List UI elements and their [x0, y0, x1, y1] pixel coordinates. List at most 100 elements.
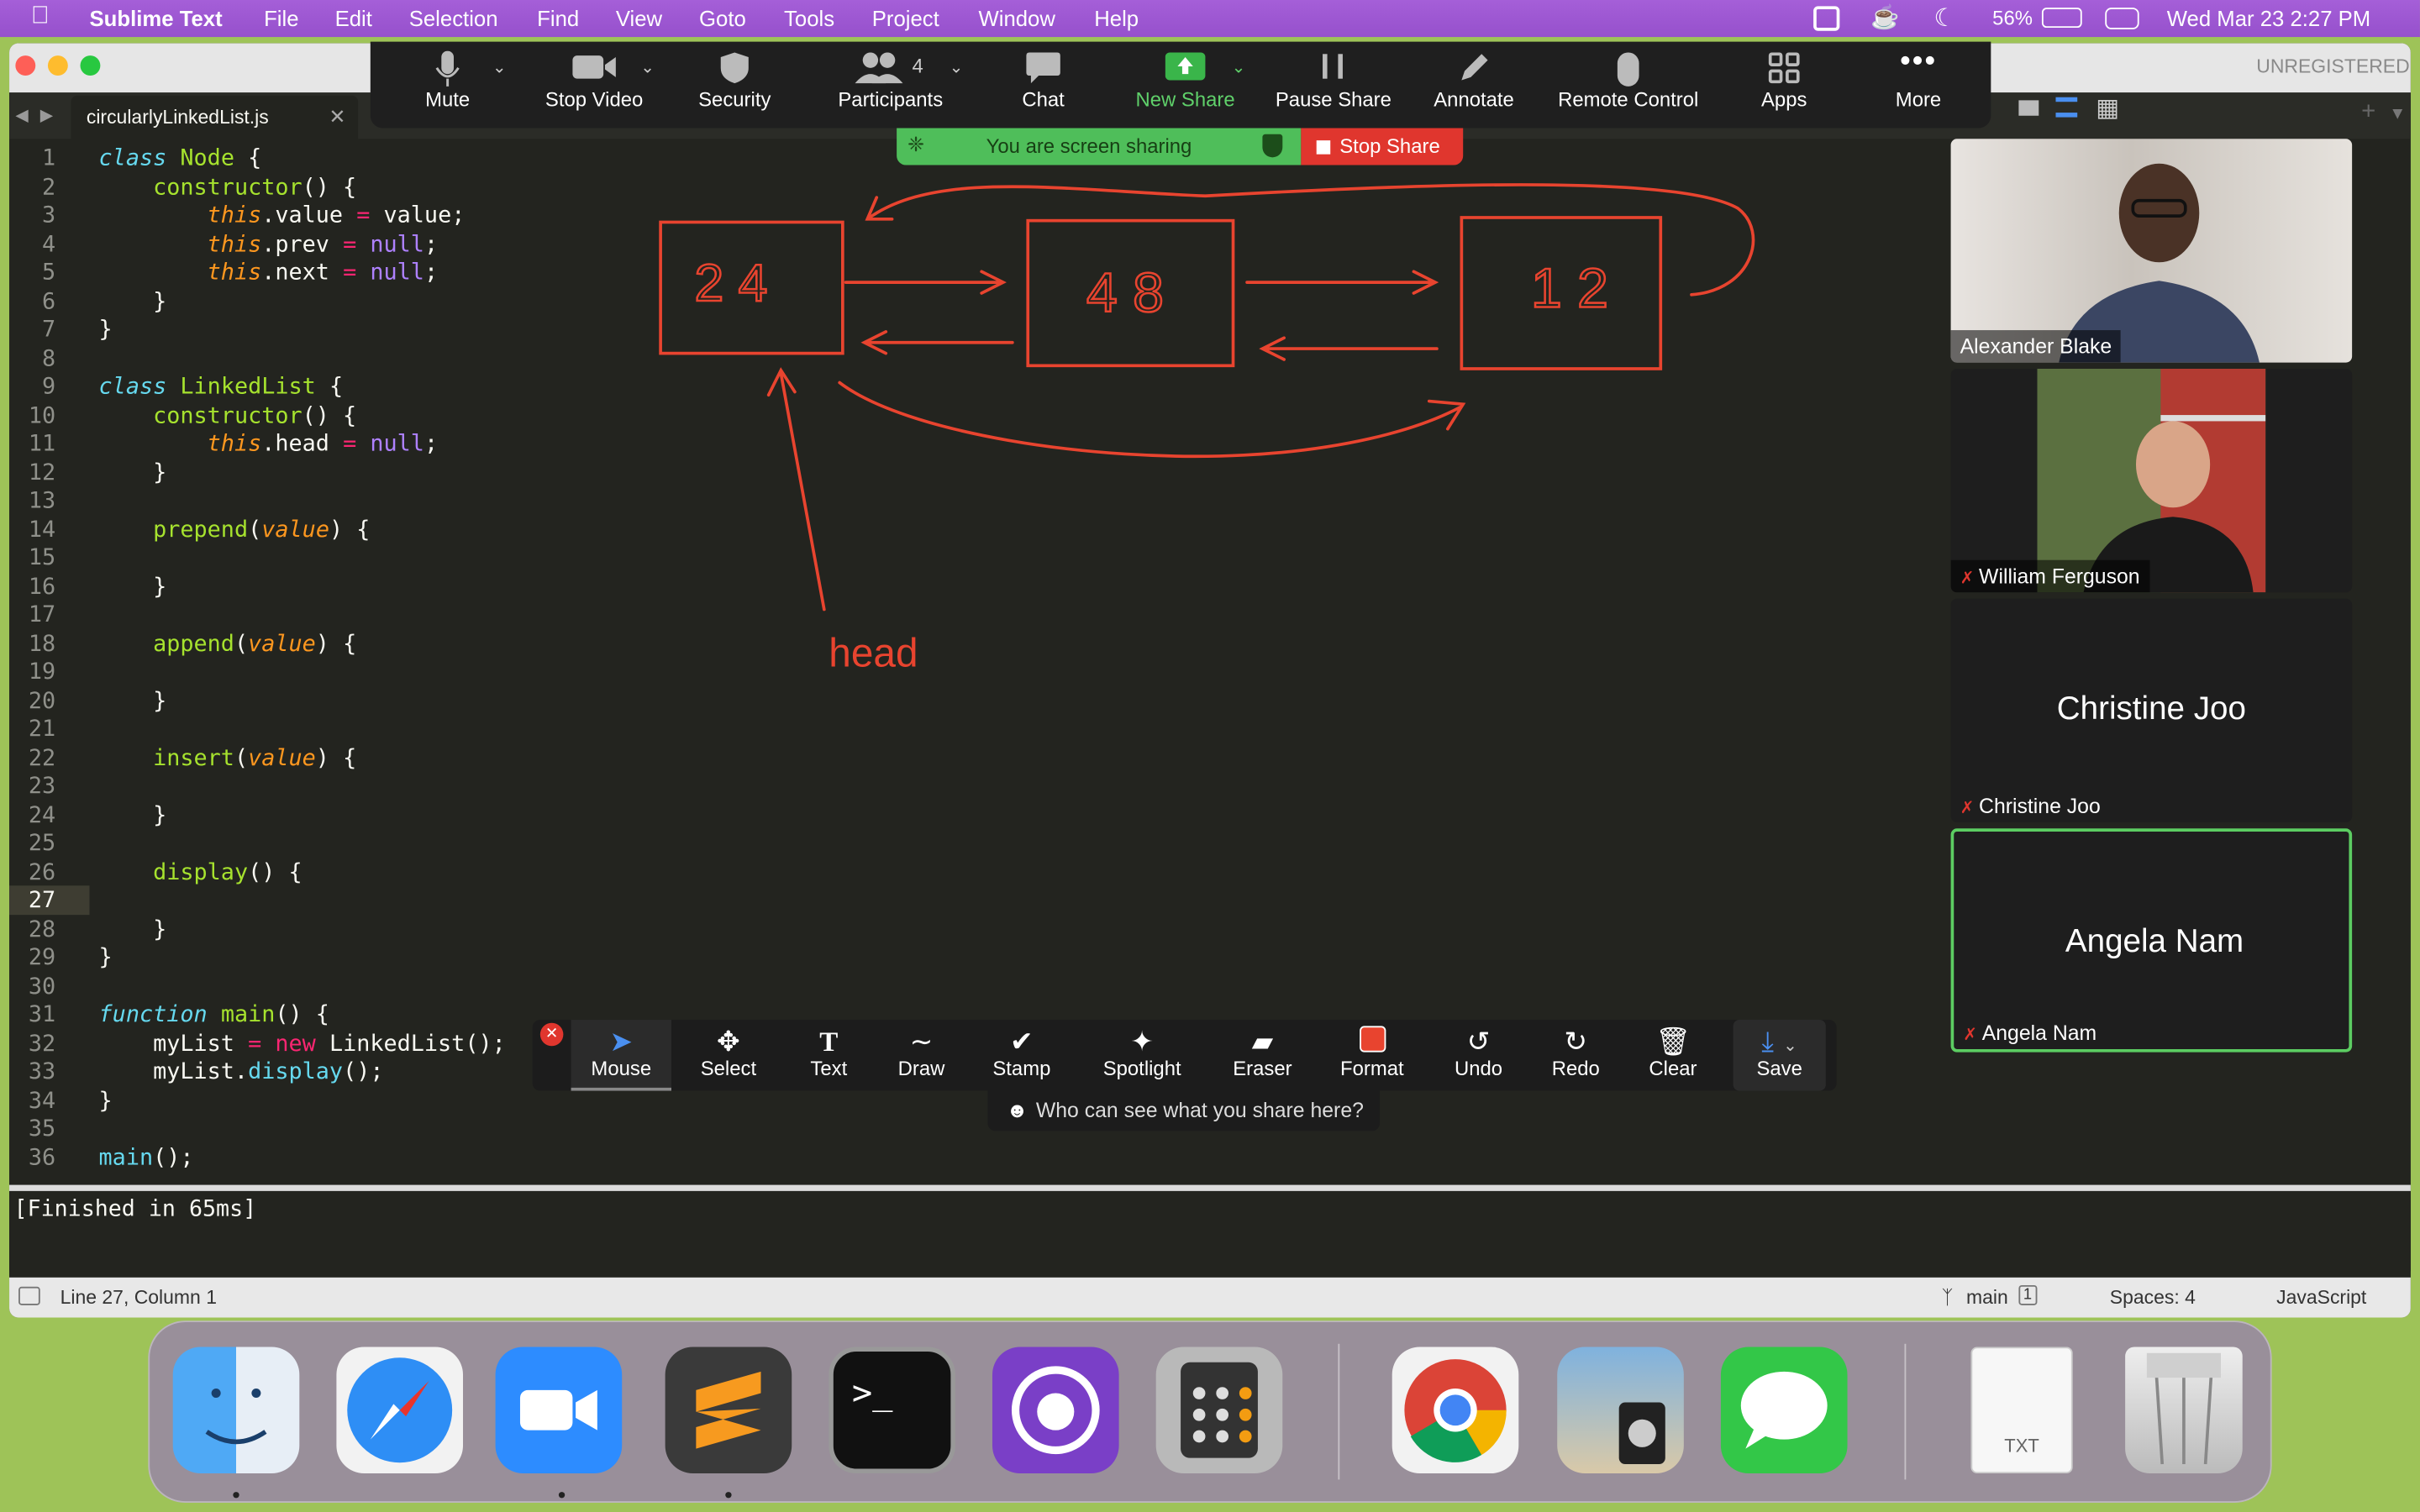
node-label-48: 4 8 [1086, 262, 1164, 324]
screen-sharing-text: You are screen sharing [986, 134, 1192, 158]
battery-icon[interactable] [2041, 8, 2082, 29]
participants-chevron-icon[interactable]: ⌄ [950, 57, 964, 77]
spotlight-tool-button[interactable]: ✦ Spotlight [1092, 1020, 1193, 1090]
dock-separator [1904, 1343, 1907, 1480]
select-tool-button[interactable]: ✥ Select [687, 1020, 770, 1090]
video-layout-controls: ▦ [1988, 96, 2127, 127]
encryption-shield-icon[interactable] [1262, 134, 1283, 158]
menu-help[interactable]: Help [1094, 6, 1139, 30]
chat-button[interactable]: Chat [997, 42, 1090, 129]
arrow-48-to-12 [1245, 270, 1439, 295]
menu-selection[interactable]: Selection [409, 6, 498, 30]
text-tool-button[interactable]: T Text [795, 1020, 863, 1090]
apple-icon[interactable]:  [31, 3, 50, 31]
redo-button[interactable]: ↻ Redo [1542, 1020, 1610, 1090]
stop-video-button[interactable]: Stop Video [533, 42, 656, 129]
strip-view-icon[interactable] [2055, 97, 2078, 118]
speaker-view-icon[interactable] [2018, 100, 2039, 116]
mouse-tool-button[interactable]: ➤ Mouse [571, 1020, 671, 1091]
menu-view[interactable]: View [616, 6, 662, 30]
txt-file-icon[interactable]: TXT [1970, 1347, 2073, 1474]
clear-button[interactable]: 🗑 Clear [1638, 1020, 1708, 1090]
close-window-button[interactable] [15, 55, 36, 76]
more-button[interactable]: ••• More [1880, 42, 1957, 129]
share-status-icon: ❈ [907, 132, 925, 156]
indentation-setting[interactable]: Spaces: 4 [2110, 1287, 2196, 1309]
trash-icon[interactable] [2125, 1347, 2243, 1474]
tab-dropdown-icon[interactable]: ▼ [2389, 105, 2406, 123]
tab-circularly-linked-list[interactable]: circularlyLinkedList.js ✕ [71, 95, 359, 139]
menu-tools[interactable]: Tools [784, 6, 834, 30]
move-arrows-icon: ✥ [717, 1026, 740, 1058]
arrow-24-to-12-curve [838, 381, 1466, 459]
stop-share-button[interactable]: Stop Share [1301, 128, 1464, 165]
preview-icon[interactable] [1557, 1347, 1684, 1474]
menu-project[interactable]: Project [872, 6, 939, 30]
squiggle-icon: ∼ [909, 1026, 934, 1058]
wifi-icon[interactable]: ☕ [1870, 3, 1899, 31]
zoom-running-indicator [558, 1492, 566, 1499]
save-annotation-button[interactable]: ⤓ ⌄ Save [1733, 1020, 1826, 1091]
menu-edit[interactable]: Edit [335, 6, 372, 30]
menu-file[interactable]: File [264, 6, 298, 30]
undo-button[interactable]: ↺ Undo [1443, 1020, 1513, 1090]
new-tab-icon[interactable]: + [2361, 99, 2375, 127]
participant-tile-alexander[interactable]: Alexander Blake [1950, 139, 2353, 363]
output-panel-divider[interactable] [9, 1184, 2411, 1191]
macos-dock: >_ TXT [148, 1320, 2272, 1503]
safari-icon[interactable] [336, 1347, 464, 1474]
video-options-chevron-icon[interactable]: ⌄ [640, 57, 655, 77]
cursor-position[interactable]: Line 27, Column 1 [60, 1287, 217, 1309]
minimize-window-button[interactable] [47, 55, 68, 76]
git-branch[interactable]: main [1966, 1287, 2008, 1309]
annotate-button[interactable]: Annotate [1426, 42, 1522, 129]
sublime-text-icon[interactable] [665, 1347, 792, 1474]
eraser-tool-button[interactable]: ▰ Eraser [1224, 1020, 1302, 1090]
apps-button[interactable]: Apps [1747, 42, 1821, 129]
sidebar-toggle-icon[interactable] [18, 1286, 40, 1305]
new-share-button[interactable]: New Share [1123, 42, 1247, 129]
menu-find[interactable]: Find [537, 6, 579, 30]
screen-share-status-icon[interactable] [1813, 6, 1840, 31]
mouse-icon [1548, 42, 1708, 88]
chrome-icon[interactable] [1392, 1347, 1519, 1474]
share-options-chevron-icon[interactable]: ⌄ [1232, 57, 1246, 77]
finder-icon[interactable] [172, 1347, 300, 1474]
security-button[interactable]: Security [688, 42, 781, 129]
participant-tile-william[interactable]: ✗ William Ferguson [1950, 368, 2353, 593]
zoom-window-button[interactable] [80, 55, 101, 76]
syntax-setting[interactable]: JavaScript [2276, 1287, 2366, 1309]
participant-tile-christine[interactable]: Christine Joo ✗ Christine Joo [1950, 598, 2353, 822]
menubar-datetime[interactable]: Wed Mar 23 2:27 PM [2167, 6, 2371, 30]
participants-button[interactable]: 4 Participants [821, 42, 960, 129]
gallery-view-icon[interactable]: ▦ [2096, 92, 2119, 123]
menu-window[interactable]: Window [978, 6, 1055, 30]
mute-button[interactable]: Mute [402, 42, 494, 129]
control-center-icon[interactable] [2105, 8, 2139, 29]
calculator-icon[interactable] [1155, 1347, 1283, 1474]
who-can-see-link[interactable]: ☻ Who can see what you share here? [987, 1090, 1381, 1131]
tab-back-icon[interactable]: ◀ [15, 105, 29, 125]
close-tab-icon[interactable]: ✕ [329, 105, 345, 129]
draw-tool-button[interactable]: ∼ Draw [884, 1020, 958, 1090]
participant-tile-angela[interactable]: Angela Nam ✗ Angela Nam [1950, 828, 2353, 1053]
menu-goto[interactable]: Goto [699, 6, 746, 30]
color-swatch-icon [1332, 1020, 1413, 1057]
zoom-app-icon[interactable] [495, 1347, 623, 1474]
pause-share-button[interactable]: Pause Share [1269, 42, 1398, 129]
stamp-tool-button[interactable]: ✔ Stamp [983, 1020, 1060, 1090]
tab-forward-icon[interactable]: ▶ [40, 105, 54, 125]
audio-options-chevron-icon[interactable]: ⌄ [492, 57, 507, 77]
close-annotation-icon[interactable]: ✕ [539, 1022, 564, 1047]
person-visibility-icon: ☻ [1006, 1098, 1028, 1122]
moon-icon[interactable]: ☾ [1933, 3, 1955, 34]
messages-icon[interactable] [1720, 1347, 1848, 1474]
format-tool-button[interactable]: Format [1332, 1020, 1413, 1090]
pause-icon [1269, 42, 1398, 88]
remote-control-button[interactable]: Remote Control [1548, 42, 1708, 129]
github-desktop-icon[interactable] [992, 1347, 1119, 1474]
zoom-meeting-toolbar: Mute ⌄ Stop Video ⌄ Security 4 Participa… [370, 41, 1991, 129]
terminal-icon[interactable]: >_ [829, 1347, 955, 1474]
muted-mic-icon: ✗ [1960, 569, 1975, 588]
menu-app-name[interactable]: Sublime Text [90, 6, 223, 30]
